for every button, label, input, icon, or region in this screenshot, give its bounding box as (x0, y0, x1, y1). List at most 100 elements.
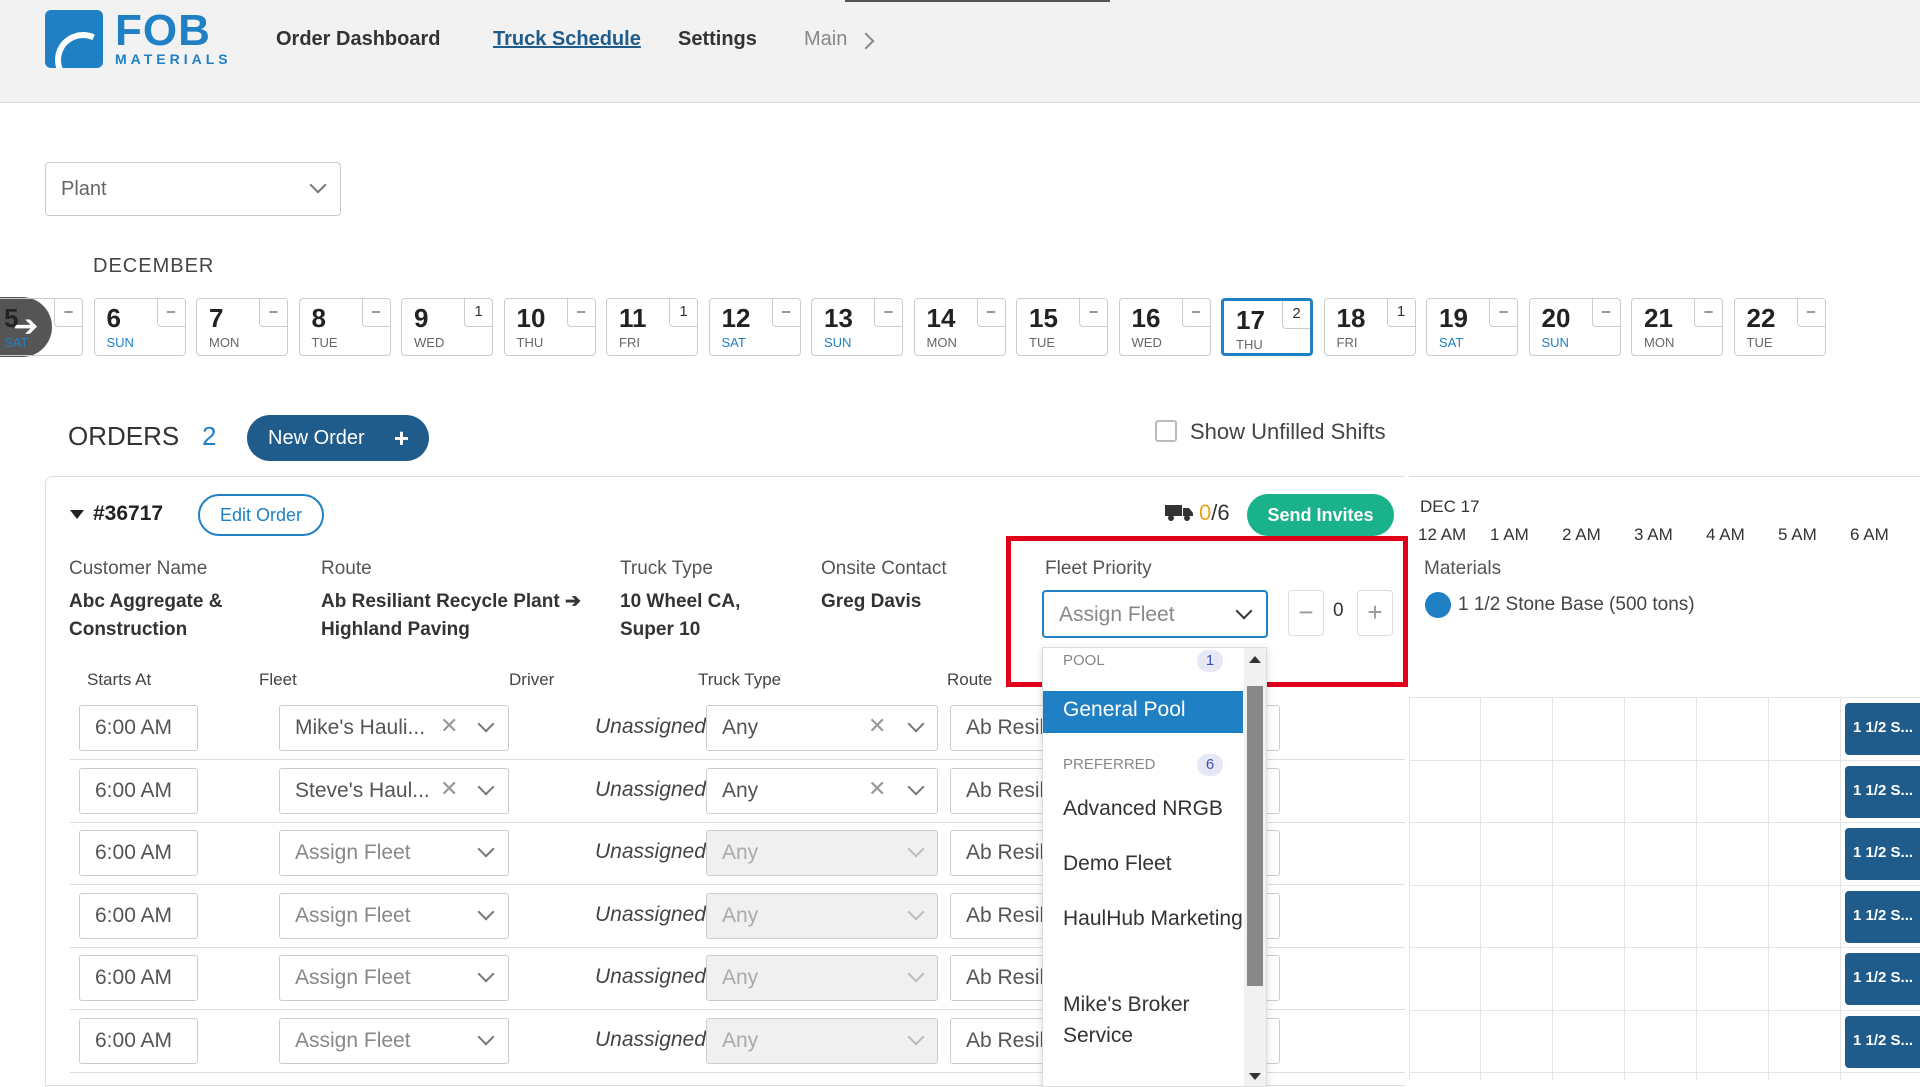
logo[interactable]: FOB MATERIALS (45, 9, 232, 68)
scrollbar-thumb[interactable] (1247, 686, 1263, 986)
calendar-day-11[interactable]: 11 FRI 1 (606, 298, 698, 356)
day-number: 16 (1131, 303, 1161, 333)
calendar-day-18[interactable]: 18 FRI 1 (1323, 298, 1416, 356)
calendar-day-19[interactable]: 19 SAT – (1426, 298, 1518, 356)
fleet-select[interactable]: Assign Fleet (279, 830, 509, 876)
calendar-day-21[interactable]: 21 MON – (1631, 298, 1723, 356)
calendar-day-9[interactable]: 9 WED 1 (401, 298, 493, 356)
fleet-select[interactable]: Assign Fleet (279, 1017, 509, 1064)
truck-type-select: Any (706, 830, 938, 876)
calendar-day-5[interactable]: 5 SAT – (0, 298, 83, 356)
col-starts-at: Starts At (87, 670, 152, 689)
truck-count: 0/6 (1199, 500, 1230, 526)
dropdown-option-mikes-broker-service[interactable]: Mike's Broker Service (1063, 989, 1243, 1051)
close-icon[interactable]: ✕ (868, 776, 886, 802)
shift-timeline-chip[interactable]: 1 1/2 S... (1845, 953, 1920, 1005)
scroll-down-icon[interactable] (1249, 1073, 1261, 1080)
grid-line (1409, 698, 1410, 1080)
fleet-value: Assign Fleet (295, 841, 411, 864)
shift-timeline-chip[interactable]: 1 1/2 S... (1845, 765, 1920, 818)
route-value: Ab Resil (966, 903, 1045, 927)
calendar-day-13[interactable]: 13 SUN – (811, 298, 903, 356)
nav-truck-schedule[interactable]: Truck Schedule (493, 28, 641, 51)
calendar-day-16[interactable]: 16 WED – (1118, 298, 1211, 356)
start-time-input[interactable]: 6:00 AM (79, 705, 198, 751)
close-icon[interactable]: ✕ (440, 713, 458, 739)
fleet-dropdown-menu: POOL 1 General Pool PREFERRED 6 Advanced… (1042, 647, 1267, 1087)
nav-order-dashboard[interactable]: Order Dashboard (276, 28, 440, 51)
start-time-input[interactable]: 6:00 AM (79, 1017, 198, 1064)
fleet-value: Steve's Haul... (295, 778, 430, 802)
day-order-count: – (874, 299, 902, 327)
shift-timeline-chip[interactable]: 1 1/2 S... (1845, 890, 1920, 943)
send-invites-button[interactable]: Send Invites (1247, 494, 1394, 536)
calendar-day-20[interactable]: 20 SUN – (1528, 298, 1621, 356)
shift-timeline-chip[interactable]: 1 1/2 S... (1845, 1015, 1920, 1068)
calendar-day-10[interactable]: 10 THU – (503, 298, 596, 356)
day-of-week: SAT (721, 335, 746, 350)
order-number: #36717 (93, 502, 164, 525)
edit-order-button[interactable]: Edit Order (198, 494, 324, 536)
grid-line (1409, 697, 1920, 698)
dropdown-option-demo-fleet[interactable]: Demo Fleet (1063, 848, 1243, 879)
col-driver: Driver (509, 670, 555, 689)
day-number: 14 (926, 303, 956, 333)
fleet-select[interactable]: Steve's Haul... (279, 767, 509, 814)
start-time-input[interactable]: 6:00 AM (79, 767, 198, 814)
logo-subtitle: MATERIALS (115, 51, 232, 67)
close-icon[interactable]: ✕ (440, 776, 458, 802)
fleet-select[interactable]: Mike's Hauli... (279, 705, 509, 751)
shift-timeline-chip[interactable]: 1 1/2 S... (1845, 828, 1920, 880)
material-value: 1 1/2 Stone Base (500 tons) (1458, 594, 1695, 615)
calendar-day-17[interactable]: 17 THU 2 (1221, 298, 1313, 356)
day-order-count: – (771, 299, 800, 327)
calendar-day-12[interactable]: 12 SAT – (708, 298, 801, 356)
calendar-day-8[interactable]: 8 TUE – (298, 298, 391, 356)
grid-line (1409, 1009, 1920, 1011)
fleet-select[interactable]: Assign Fleet (279, 955, 509, 1001)
truck-type-select[interactable]: Any (706, 767, 938, 814)
day-number: 8 (311, 303, 326, 333)
shift-timeline-chip[interactable]: 1 1/2 S... (1845, 703, 1920, 755)
calendar-day-14[interactable]: 14 MON – (913, 298, 1006, 356)
fleet-value: Assign Fleet (295, 903, 411, 927)
logo-icon (45, 10, 103, 68)
scroll-up-icon[interactable] (1249, 656, 1261, 663)
dropdown-option-haulhub-marketing[interactable]: HaulHub Marketing (1063, 903, 1243, 934)
truck-type-select: Any (706, 955, 938, 1001)
start-time-input[interactable]: 6:00 AM (79, 892, 198, 939)
chevron-right-icon[interactable] (857, 32, 875, 50)
nav-main[interactable]: Main (804, 28, 847, 51)
day-order-count: 1 (669, 299, 697, 327)
calendar-day-7[interactable]: 7 MON – (196, 298, 288, 356)
dropdown-option-advanced-nrgb[interactable]: Advanced NRGB (1063, 793, 1243, 824)
grid-line (1409, 1072, 1920, 1073)
truck-type-select[interactable]: Any (706, 705, 938, 751)
day-of-week: FRI (1336, 335, 1358, 350)
day-of-week: TUE (1029, 335, 1055, 350)
plant-select[interactable]: Plant (45, 162, 341, 216)
day-number: 22 (1746, 303, 1776, 333)
driver-value: Unassigned (595, 715, 706, 738)
day-order-count: – (976, 299, 1005, 327)
start-time-input[interactable]: 6:00 AM (79, 830, 198, 876)
timeline-hour: 2 AM (1562, 525, 1601, 544)
dropdown-scrollbar[interactable] (1244, 648, 1266, 1086)
start-time-input[interactable]: 6:00 AM (79, 955, 198, 1001)
new-order-button[interactable]: New Order + (247, 415, 429, 461)
day-number: 10 (516, 303, 546, 333)
calendar-day-6[interactable]: 6 SUN – (93, 298, 186, 356)
preferred-count-badge: 6 (1197, 754, 1223, 776)
grid-line (1409, 947, 1920, 948)
nav-settings[interactable]: Settings (678, 28, 757, 51)
fleet-select[interactable]: Assign Fleet (279, 892, 509, 939)
calendar-day-15[interactable]: 15 TUE – (1016, 298, 1108, 356)
dropdown-option-general-pool[interactable]: General Pool (1043, 691, 1243, 733)
app-header: FOB MATERIALS Order Dashboard Truck Sche… (0, 0, 1920, 103)
driver-value: Unassigned (595, 902, 706, 926)
calendar-day-22[interactable]: 22 TUE – (1733, 298, 1826, 356)
show-unfilled-checkbox[interactable] (1155, 420, 1177, 442)
onsite-contact-label: Onsite Contact (821, 558, 947, 579)
caret-down-icon[interactable] (70, 510, 84, 519)
close-icon[interactable]: ✕ (868, 713, 886, 739)
